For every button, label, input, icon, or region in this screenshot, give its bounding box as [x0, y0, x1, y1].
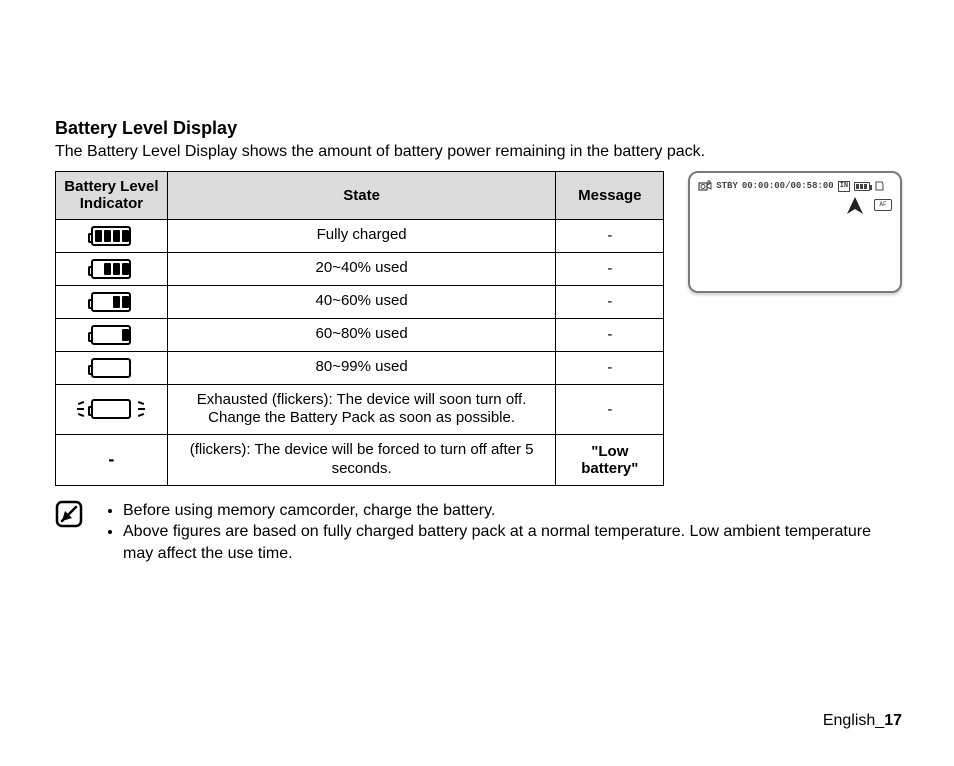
battery-flicker-icon [91, 399, 131, 419]
battery-status-icon [854, 182, 870, 191]
display-status-bar: STBY 00:00:00/00:58:00 IN [698, 179, 892, 193]
content-row: Battery Level Indicator State Message Fu… [55, 171, 902, 486]
cell-indicator [56, 318, 168, 351]
footer-page: 17 [884, 712, 902, 729]
table-header-row: Battery Level Indicator State Message [56, 172, 664, 220]
table-row: 80~99% used - [56, 351, 664, 384]
cell-message: - [556, 252, 664, 285]
cell-message: - [556, 219, 664, 252]
note-item: Before using memory camcorder, charge th… [123, 500, 902, 522]
table-row: - (flickers): The device will be forced … [56, 435, 664, 486]
cell-message: - [556, 318, 664, 351]
cell-state: 80~99% used [167, 351, 556, 384]
footer-sep: _ [875, 712, 884, 729]
col-header-indicator: Battery Level Indicator [56, 172, 168, 220]
cell-message: "Low battery" [556, 435, 664, 486]
cell-indicator [56, 285, 168, 318]
cell-state: Fully charged [167, 219, 556, 252]
col-header-state: State [167, 172, 556, 220]
table-row: 40~60% used - [56, 285, 664, 318]
table-row: 60~80% used - [56, 318, 664, 351]
battery-2-icon [91, 292, 131, 312]
table-row: Exhausted (flickers): The device will so… [56, 384, 664, 435]
cell-state: Exhausted (flickers): The device will so… [167, 384, 556, 435]
battery-table: Battery Level Indicator State Message Fu… [55, 171, 664, 486]
battery-4-icon [91, 226, 131, 246]
cell-indicator [56, 252, 168, 285]
cell-state: 60~80% used [167, 318, 556, 351]
dash-icon: - [108, 449, 114, 469]
cell-indicator [56, 351, 168, 384]
cell-state: 40~60% used [167, 285, 556, 318]
table-row: 20~40% used - [56, 252, 664, 285]
battery-1-icon [91, 325, 131, 345]
col-header-message: Message [556, 172, 664, 220]
cell-state: 20~40% used [167, 252, 556, 285]
sd-card-icon [874, 181, 884, 191]
battery-3-icon [91, 259, 131, 279]
note-item: Above figures are based on fully charged… [123, 521, 902, 564]
time-label: 00:00:00/00:58:00 [742, 181, 834, 191]
note-icon [55, 500, 83, 528]
af-indicator: AF [874, 199, 892, 211]
notes-block: Before using memory camcorder, charge th… [55, 500, 902, 565]
stby-label: STBY [716, 181, 738, 191]
cell-indicator: - [56, 435, 168, 486]
document-page: Battery Level Display The Battery Level … [0, 0, 954, 766]
camera-icon [698, 180, 712, 192]
cell-message: - [556, 351, 664, 384]
section-intro: The Battery Level Display shows the amou… [55, 143, 902, 161]
cell-message: - [556, 285, 664, 318]
table-row: Fully charged - [56, 219, 664, 252]
notes-list: Before using memory camcorder, charge th… [103, 500, 902, 565]
battery-0-icon [91, 358, 131, 378]
cell-indicator [56, 384, 168, 435]
camcorder-display-preview: STBY 00:00:00/00:58:00 IN AF [688, 171, 902, 293]
cell-indicator [56, 219, 168, 252]
footer-lang: English [823, 712, 875, 729]
section-title: Battery Level Display [55, 118, 902, 139]
cell-message: - [556, 384, 664, 435]
page-footer: English_17 [823, 712, 902, 730]
in-indicator: IN [838, 181, 850, 192]
cell-state: (flickers): The device will be forced to… [167, 435, 556, 486]
navigation-arrow-icon [844, 195, 866, 217]
